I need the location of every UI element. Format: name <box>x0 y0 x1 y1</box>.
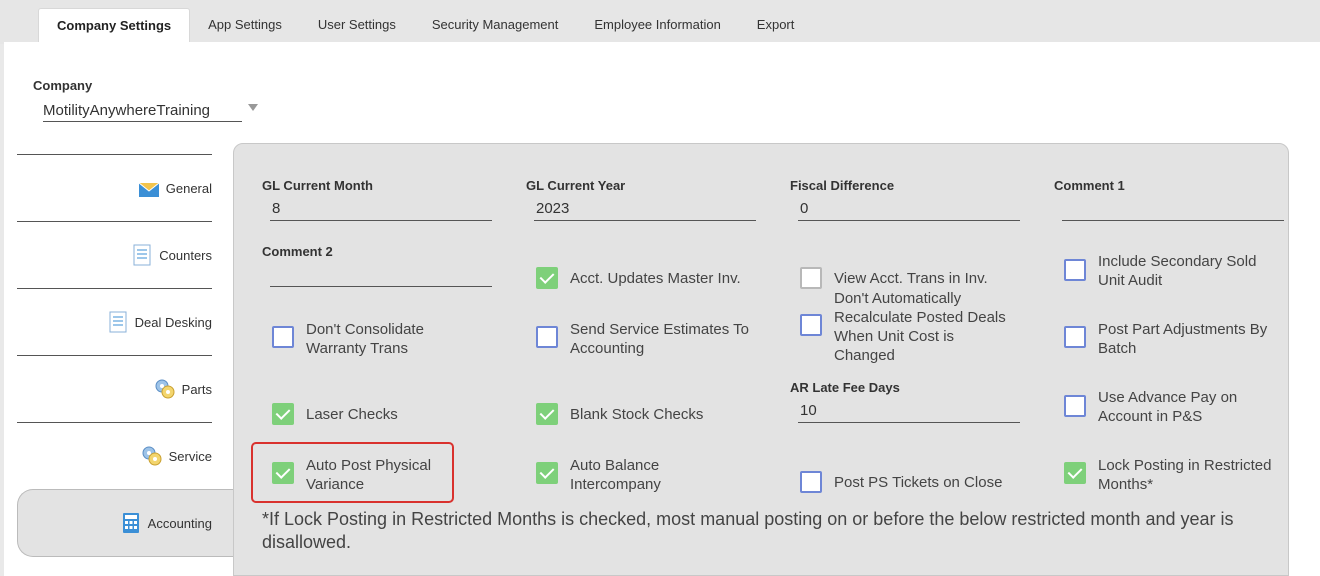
blank-stock-checkbox[interactable] <box>536 403 558 425</box>
sidebar-item-counters[interactable]: Counters <box>17 221 212 288</box>
send-service-label: Send Service Estimates To Accounting <box>570 321 749 357</box>
dont-recalc-checkbox[interactable] <box>800 314 822 336</box>
document-icon <box>131 244 153 266</box>
gl-current-month-label: GL Current Month <box>262 178 373 193</box>
sidebar-item-label: Accounting <box>147 515 212 531</box>
use-advance-label: Use Advance Pay on Account in P&S <box>1098 389 1238 425</box>
view-acct-trans-checkbox[interactable] <box>800 267 822 289</box>
tab-user-settings[interactable]: User Settings <box>300 8 414 42</box>
dont-consolidate-checkbox[interactable] <box>272 326 294 348</box>
gears-icon <box>141 445 163 467</box>
comment2-input[interactable] <box>270 263 492 287</box>
fiscal-difference-input[interactable]: 0 <box>798 197 1020 221</box>
sidebar-item-deal-desking[interactable]: Deal Desking <box>17 288 212 355</box>
acct-updates-checkbox[interactable] <box>536 267 558 289</box>
post-ps-label: Post PS Tickets on Close <box>834 474 1003 491</box>
sidebar-item-general[interactable]: General <box>17 154 212 221</box>
gl-current-year-label: GL Current Year <box>526 178 626 193</box>
gl-current-year-input[interactable]: 2023 <box>534 197 756 221</box>
dont-recalc-label: Don't Automatically Recalculate Posted D… <box>834 290 1006 364</box>
tab-bar: Company Settings App Settings User Setti… <box>38 8 813 43</box>
post-part-adj-checkbox[interactable] <box>1064 326 1086 348</box>
sidebar-item-service[interactable]: Service <box>17 422 212 489</box>
tab-app-settings[interactable]: App Settings <box>190 8 300 42</box>
dont-consolidate-label: Don't Consolidate Warranty Trans <box>306 321 424 357</box>
sidebar-item-label: General <box>165 180 212 196</box>
laser-checks-label: Laser Checks <box>306 406 398 423</box>
sidebar-item-label: Parts <box>181 381 212 397</box>
sidebar-nav: General Counters Deal Desking Parts Serv… <box>17 154 233 557</box>
envelope-icon <box>138 177 160 199</box>
comment1-input[interactable] <box>1062 197 1284 221</box>
comment2-label: Comment 2 <box>262 244 333 259</box>
lock-posting-note: *If Lock Posting in Restricted Months is… <box>262 509 1234 552</box>
sidebar-item-label: Service <box>168 448 212 464</box>
tab-security-management[interactable]: Security Management <box>414 8 576 42</box>
tab-employee-information[interactable]: Employee Information <box>576 8 738 42</box>
document-icon <box>107 311 129 333</box>
blank-stock-label: Blank Stock Checks <box>570 406 704 423</box>
post-ps-checkbox[interactable] <box>800 471 822 493</box>
tab-export[interactable]: Export <box>739 8 813 42</box>
sidebar-item-accounting[interactable]: Accounting <box>17 489 233 557</box>
auto-balance-checkbox[interactable] <box>536 462 558 484</box>
sidebar-item-label: Counters <box>159 247 212 263</box>
comment1-label: Comment 1 <box>1054 178 1125 193</box>
view-acct-trans-label: View Acct. Trans in Inv. <box>834 270 988 287</box>
fiscal-difference-label: Fiscal Difference <box>790 178 895 193</box>
use-advance-checkbox[interactable] <box>1064 395 1086 417</box>
include-secondary-label: Include Secondary Sold Unit Audit <box>1098 253 1257 289</box>
gl-current-month-input[interactable]: 8 <box>270 197 492 221</box>
company-label: Company <box>33 78 93 93</box>
tab-company-settings[interactable]: Company Settings <box>38 8 191 43</box>
sidebar-item-parts[interactable]: Parts <box>17 355 212 422</box>
chevron-down-icon[interactable] <box>248 104 258 111</box>
calculator-icon <box>120 512 142 534</box>
auto-balance-label: Auto Balance Intercompany <box>570 457 661 493</box>
lock-posting-label: Lock Posting in Restricted Months* <box>1098 457 1272 493</box>
sidebar-item-label: Deal Desking <box>134 314 212 330</box>
ar-late-fee-input[interactable]: 10 <box>798 399 1020 423</box>
send-service-checkbox[interactable] <box>536 326 558 348</box>
ar-late-fee-label: AR Late Fee Days <box>790 380 900 395</box>
include-secondary-checkbox[interactable] <box>1064 259 1086 281</box>
post-part-adj-label: Post Part Adjustments By Batch <box>1098 321 1268 357</box>
lock-posting-checkbox[interactable] <box>1064 462 1086 484</box>
laser-checks-checkbox[interactable] <box>272 403 294 425</box>
highlight-box <box>251 442 454 503</box>
company-select[interactable]: MotilityAnywhereTraining <box>43 100 242 122</box>
acct-updates-label: Acct. Updates Master Inv. <box>570 270 741 287</box>
gears-icon <box>154 378 176 400</box>
